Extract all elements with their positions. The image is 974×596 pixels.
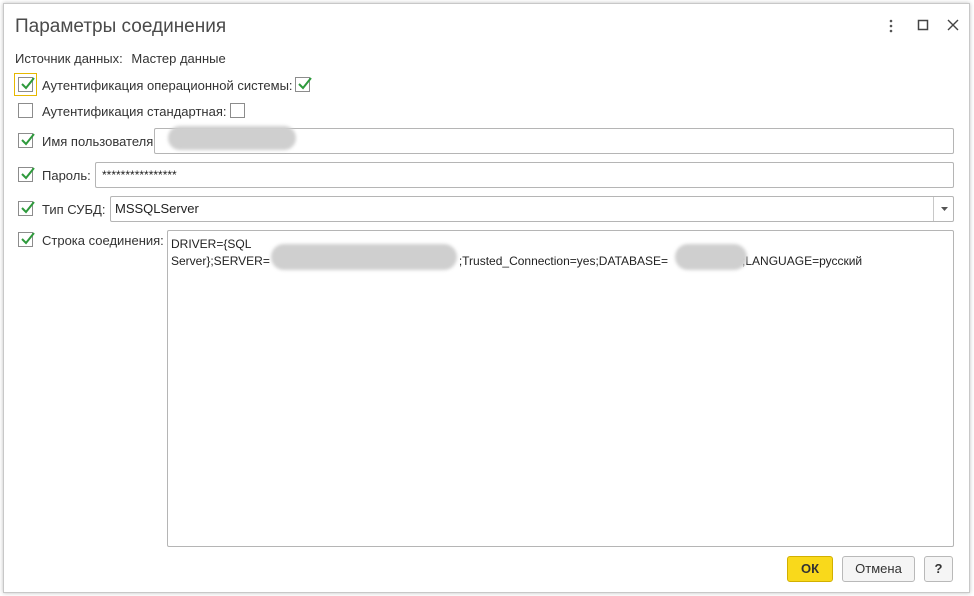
connection-params-dialog: Параметры соединения Источник данных: Ма… bbox=[3, 3, 970, 593]
conn-string-textarea[interactable]: DRIVER={SQL Server};SERVER= ;Trusted_Conn… bbox=[167, 230, 954, 547]
help-button[interactable]: ? bbox=[924, 556, 953, 582]
chevron-down-icon[interactable] bbox=[933, 197, 953, 221]
conn-string-enable-checkbox[interactable] bbox=[18, 232, 35, 247]
vertical-dots-icon[interactable] bbox=[880, 16, 902, 38]
redacted-database bbox=[675, 244, 747, 270]
username-enable-checkbox[interactable] bbox=[18, 133, 35, 148]
os-auth-label: Аутентификация операционной системы: bbox=[42, 78, 293, 93]
cancel-button[interactable]: Отмена bbox=[842, 556, 915, 582]
conn-string-line1: DRIVER={SQL bbox=[171, 237, 252, 251]
redacted-username bbox=[168, 126, 296, 150]
conn-string-line2-language: ;LANGUAGE=русский bbox=[742, 254, 863, 268]
dialog-title: Параметры соединения bbox=[15, 16, 227, 37]
close-icon[interactable] bbox=[942, 16, 964, 38]
data-source-value: Мастер данные bbox=[131, 51, 226, 66]
std-auth-label: Аутентификация стандартная: bbox=[42, 104, 227, 119]
os-auth-enable-checkbox[interactable] bbox=[14, 73, 37, 96]
std-auth-value-checkbox[interactable] bbox=[230, 103, 245, 118]
dbms-select[interactable]: MSSQLServer bbox=[110, 196, 954, 222]
conn-string-line2-trusted: ;Trusted_Connection=yes;DATABASE= bbox=[458, 254, 669, 268]
std-auth-enable-checkbox[interactable] bbox=[18, 103, 33, 118]
redacted-server bbox=[271, 244, 457, 270]
std-auth-row: Аутентификация стандартная: bbox=[15, 102, 415, 126]
conn-string-line2-server: Server};SERVER= bbox=[171, 254, 270, 268]
ok-button[interactable]: ОК bbox=[787, 556, 833, 582]
data-source-label: Источник данных: bbox=[15, 51, 123, 66]
maximize-icon[interactable] bbox=[912, 16, 934, 38]
dbms-label: Тип СУБД: bbox=[42, 202, 106, 217]
data-source-row: Источник данных: Мастер данные bbox=[15, 51, 231, 66]
dbms-select-value: MSSQLServer bbox=[115, 201, 199, 216]
os-auth-value-checkbox[interactable] bbox=[295, 77, 312, 92]
dbms-enable-checkbox[interactable] bbox=[18, 201, 35, 216]
conn-string-label: Строка соединения: bbox=[42, 233, 164, 248]
password-input[interactable]: **************** bbox=[95, 162, 954, 188]
username-label: Имя пользователя: bbox=[42, 134, 157, 149]
os-auth-row: Аутентификация операционной системы: bbox=[14, 73, 415, 100]
password-label: Пароль: bbox=[42, 168, 91, 183]
password-enable-checkbox[interactable] bbox=[18, 167, 35, 182]
